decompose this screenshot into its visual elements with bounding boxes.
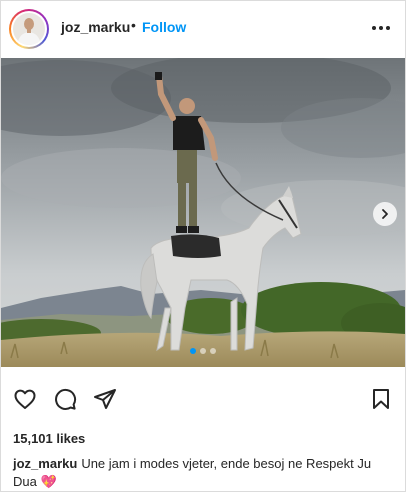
post-image[interactable]: [1, 58, 405, 367]
avatar[interactable]: [9, 9, 49, 49]
carousel-dot: [190, 348, 196, 354]
follow-button[interactable]: Follow: [142, 19, 186, 35]
more-options-icon[interactable]: [369, 17, 393, 39]
username-link[interactable]: joz_marku: [61, 19, 130, 35]
caption-username[interactable]: joz_marku: [13, 456, 77, 471]
paper-plane-icon[interactable]: [93, 387, 117, 411]
comment-bubble-icon[interactable]: [53, 387, 77, 411]
carousel-dot: [200, 348, 206, 354]
post-header: joz_marku • Follow: [1, 1, 405, 57]
post-card: joz_marku • Follow 15,101 likes joz_mark…: [0, 0, 406, 492]
bookmark-icon[interactable]: [369, 387, 393, 411]
post-caption: joz_marku Une jam i modes vjeter, ende be…: [13, 455, 393, 491]
chevron-right-icon[interactable]: [373, 202, 397, 226]
separator-dot: •: [131, 17, 136, 33]
carousel-dot: [210, 348, 216, 354]
action-bar: [1, 379, 405, 419]
carousel-indicator: [1, 348, 405, 354]
heart-icon[interactable]: [13, 387, 37, 411]
likes-count[interactable]: 15,101 likes: [13, 431, 85, 446]
